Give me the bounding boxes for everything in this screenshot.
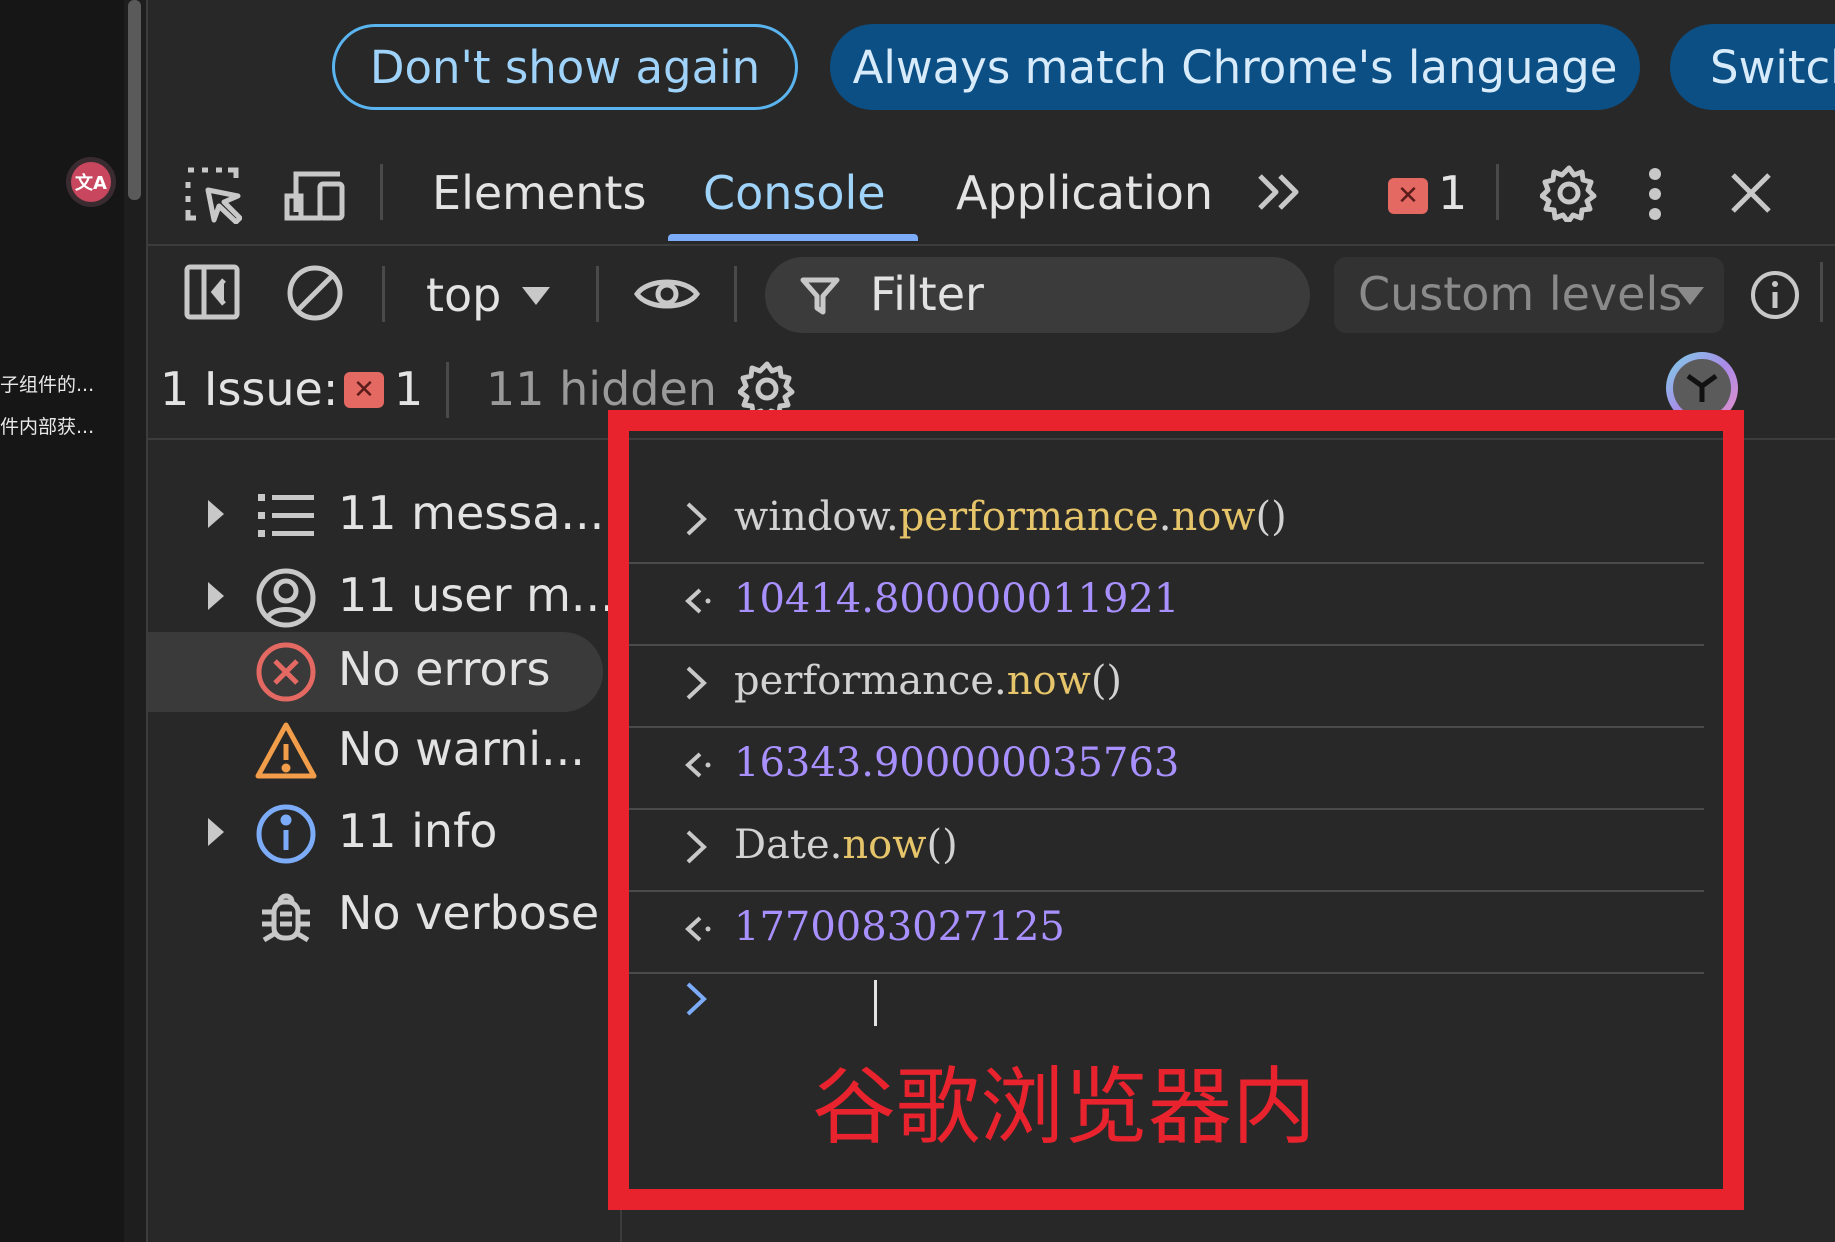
page-snippet-1: 子组件的... [0,374,95,396]
sidebar-item-messages[interactable]: 11 messa... [148,476,605,556]
active-tab-indicator [668,234,918,241]
more-options-icon[interactable] [1648,168,1662,220]
info-icon[interactable] [1750,270,1800,320]
device-toolbar-icon[interactable] [284,168,346,222]
more-tabs-icon[interactable] [1256,172,1304,212]
issues-label[interactable]: 1 Issue: [160,362,338,416]
close-devtools-icon[interactable] [1730,172,1772,214]
user-icon [254,566,318,630]
clear-console-icon[interactable] [286,264,344,322]
levels-chevron-down-icon[interactable] [1676,287,1704,305]
sidebar-item-warnings[interactable]: No warni... [148,712,603,792]
warning-icon [254,720,318,784]
sidebar-item-label: 11 user m... [338,568,615,622]
annotation-label: 谷歌浏览器内 [812,1058,1317,1156]
sidebar-item-user-messages[interactable]: 11 user m... [148,558,615,638]
context-selector-value: top [426,268,502,322]
tab-console[interactable]: Console [703,166,886,220]
issues-count[interactable]: 1 [394,362,423,416]
sidebar-item-label: 11 info [338,804,498,858]
sidebar-item-verbose[interactable]: No verbose [148,876,603,956]
expand-arrow-icon[interactable] [208,818,224,846]
tab-elements[interactable]: Elements [432,166,646,220]
error-counter[interactable]: 1 [1438,166,1467,220]
live-expression-eye-icon[interactable] [634,272,700,316]
settings-gear-icon[interactable] [1540,164,1598,222]
hidden-count: 11 hidden [486,362,717,416]
sidebar-item-label: 11 messa... [338,486,605,540]
switch-language-button[interactable]: Switch [1670,24,1835,110]
console-sidebar: 11 messa... 11 user m... No errors No wa… [148,440,622,1242]
sidebar-item-errors[interactable]: No errors [148,632,603,712]
sidebar-item-label: No warni... [338,722,585,776]
sidebar-item-info[interactable]: 11 info [148,794,603,874]
tab-application[interactable]: Application [956,166,1213,220]
chevron-down-icon[interactable] [522,287,550,305]
error-counter-icon[interactable]: ✕ [1388,178,1428,214]
filter-icon [800,276,840,316]
translate-icon[interactable]: 文A [66,157,116,207]
sidebar-toggle-icon[interactable] [184,264,240,320]
bug-icon [254,884,318,948]
dont-show-again-button[interactable]: Don't show again [332,24,798,110]
page-snippet-2: 件内部获... [0,416,95,438]
sidebar-item-label: No errors [338,642,551,696]
main-toolbar: Elements Console Application ✕ 1 [148,146,1835,246]
issue-error-icon[interactable]: ✕ [344,372,384,408]
sidebar-item-label: No verbose [338,886,600,940]
list-icon [254,484,318,548]
context-selector[interactable]: top [426,268,501,322]
filter-placeholder: Filter [870,267,984,321]
error-icon [254,640,318,704]
expand-arrow-icon[interactable] [208,500,224,528]
always-match-language-button[interactable]: Always match Chrome's language [830,24,1640,110]
info-circle-icon [254,802,318,866]
log-levels-label: Custom levels [1358,267,1683,321]
page-scroll-thumb[interactable] [128,0,141,200]
filter-input[interactable] [765,257,1310,333]
expand-arrow-icon[interactable] [208,582,224,610]
inspect-element-icon[interactable] [184,166,242,224]
